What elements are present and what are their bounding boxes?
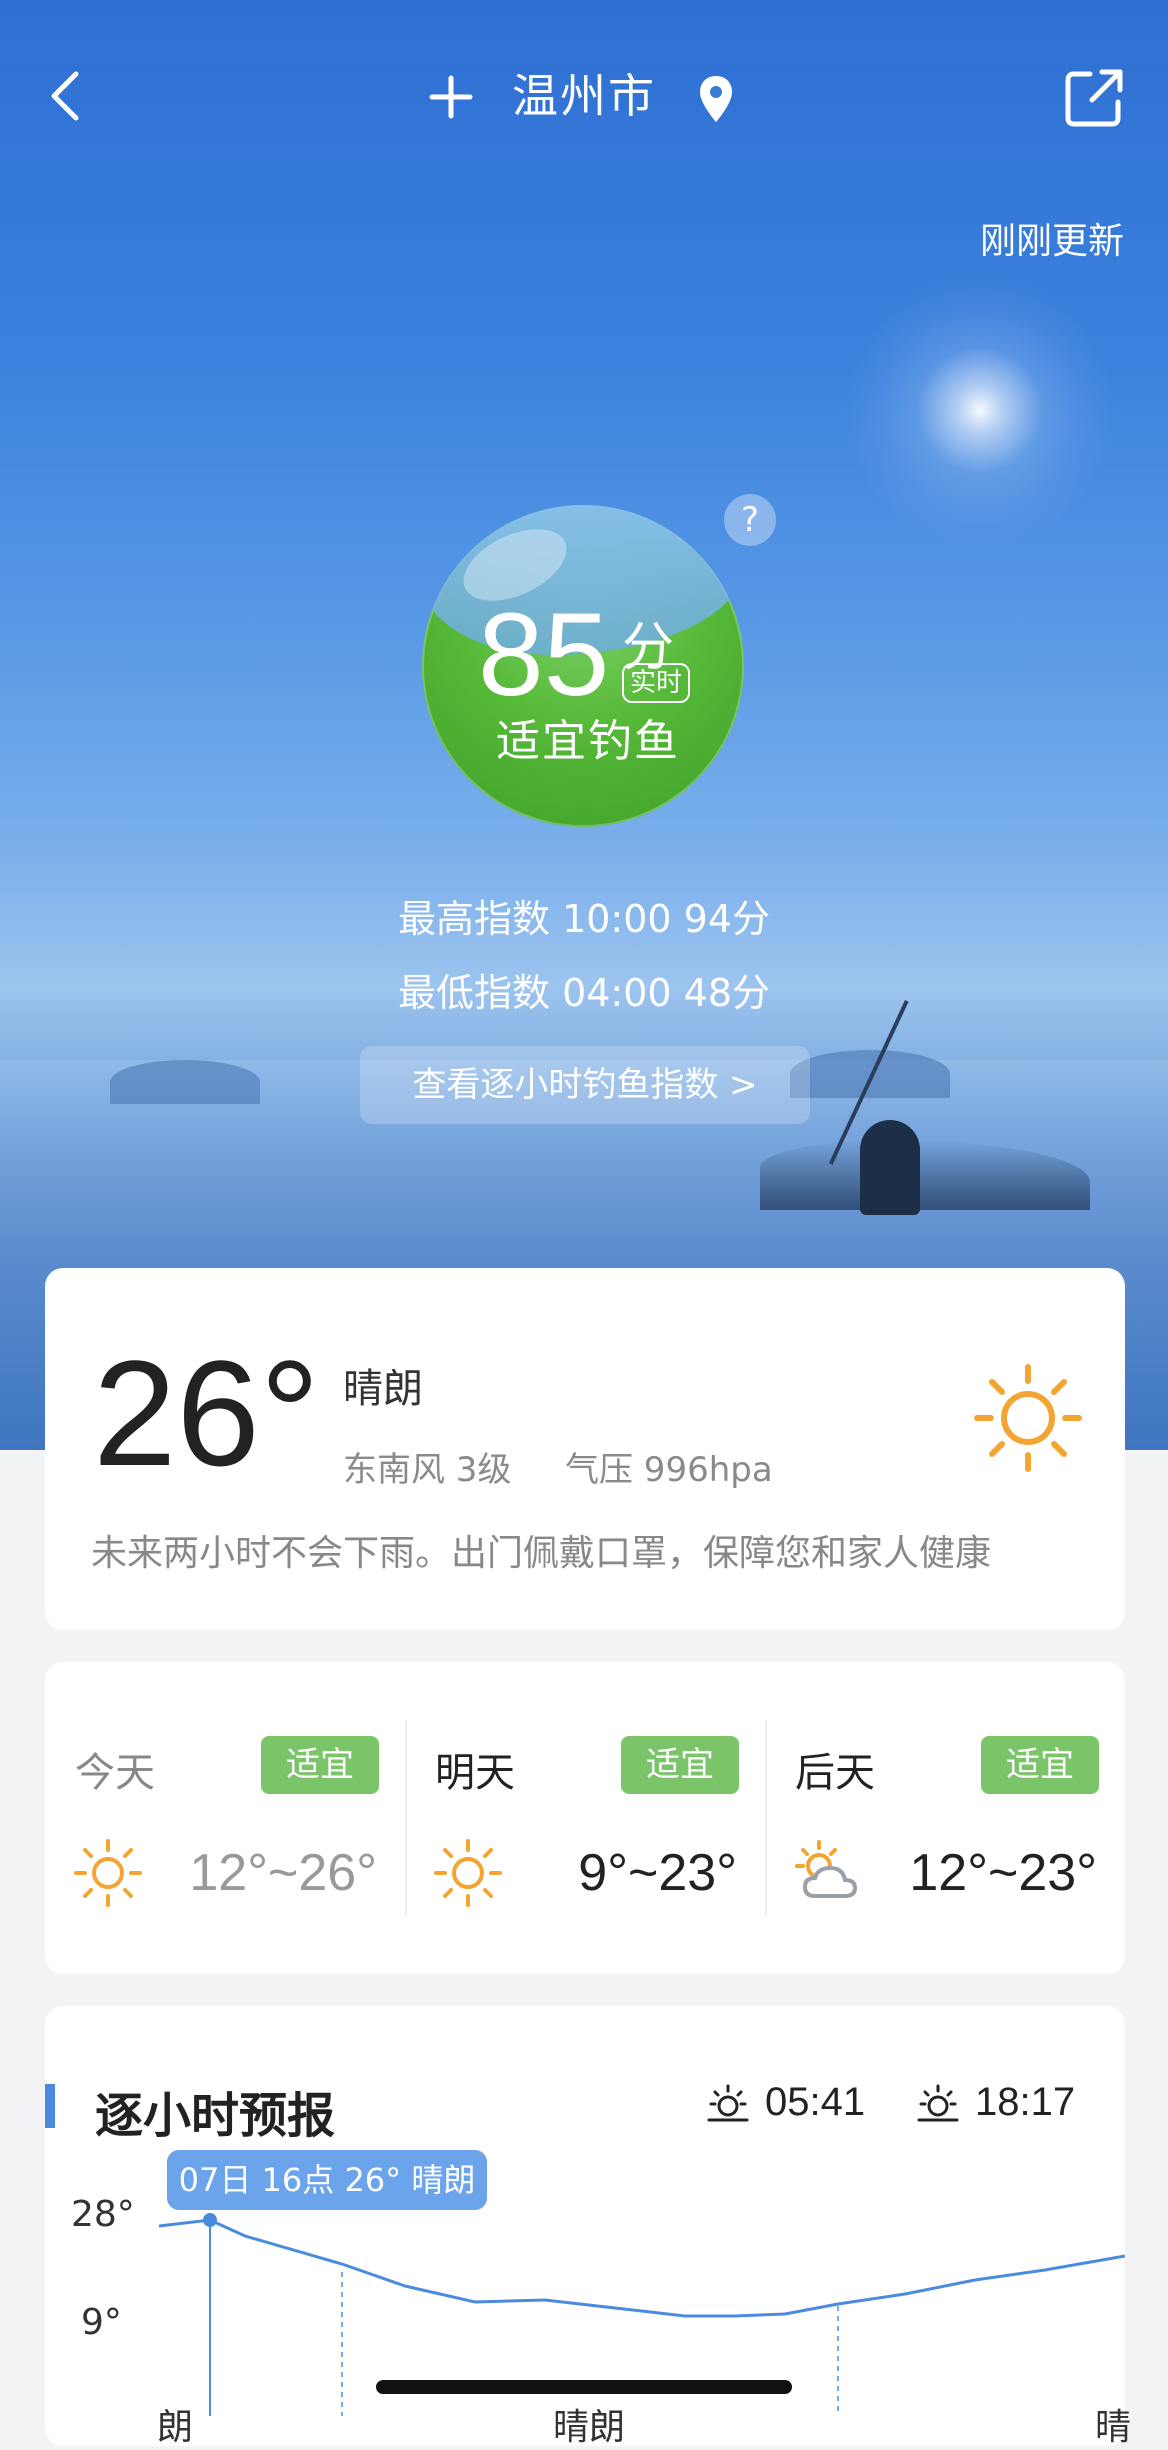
realtime-badge: 实时 — [622, 663, 691, 703]
island-left — [110, 1060, 260, 1104]
min-index: 最低指数 04:00 48分 — [397, 971, 771, 1015]
sun-icon — [974, 1364, 1082, 1472]
current-weather-card: 26° 晴朗 东南风 3级 气压 996hpa 未来两小时不会下雨。出门佩戴口罩… — [45, 1268, 1125, 1630]
sun-icon — [434, 1839, 502, 1907]
temp-range: 12°~23° — [909, 1844, 1097, 1902]
day-tomorrow[interactable]: 明天 适宜 9°~23° — [405, 1662, 765, 1974]
current-temp: 26° — [93, 1329, 320, 1497]
pressure-info: 气压 996hpa — [565, 1450, 773, 1490]
wind-info: 东南风 3级 — [343, 1450, 512, 1490]
three-day-card: 今天 适宜 12°~26° 明天 适宜 9°~23° 后天 适宜 12°~23° — [45, 1662, 1125, 1974]
day-today[interactable]: 今天 适宜 12°~26° — [45, 1662, 405, 1974]
location-pin-icon — [700, 76, 732, 122]
sun-glow — [820, 250, 1140, 570]
selected-point — [203, 2213, 217, 2227]
weather-tip: 未来两小时不会下雨。出门佩戴口罩，保障您和家人健康 — [91, 1533, 992, 1574]
partly-cloudy-icon — [795, 1840, 858, 1898]
city-title[interactable]: 温州市 — [512, 66, 656, 126]
hourly-fishing-index-button[interactable]: 查看逐小时钓鱼指数 > — [360, 1046, 810, 1124]
suitability-badge: 适宜 — [621, 1736, 739, 1794]
fishing-score-ball: 85 分 实时 适宜钓鱼 — [422, 505, 744, 827]
section-accent-bar — [45, 2084, 55, 2128]
hourly-title: 逐小时预报 — [95, 2088, 336, 2144]
add-city-icon[interactable] — [428, 74, 474, 120]
fisherman-silhouette — [860, 1120, 920, 1215]
current-condition: 晴朗 — [343, 1366, 423, 1412]
max-index: 最高指数 10:00 94分 — [397, 897, 771, 941]
top-bar: 温州市 — [0, 60, 1168, 140]
temperature-line — [158, 2218, 1125, 2318]
sunrise-icon — [707, 2084, 749, 2122]
fishing-score: 85 — [478, 589, 610, 721]
sunrise-time: 05:41 — [765, 2080, 866, 2124]
suitability-label: 适宜钓鱼 — [496, 716, 680, 767]
day-after-tomorrow[interactable]: 后天 适宜 12°~23° — [765, 1662, 1125, 1974]
suitability-badge: 适宜 — [261, 1736, 379, 1794]
sun-icon — [74, 1839, 142, 1907]
day-name: 明天 — [435, 1750, 515, 1796]
help-icon[interactable]: ? — [724, 494, 776, 546]
x-label: 晴朗 — [553, 2407, 626, 2448]
x-label: 朗 — [157, 2407, 194, 2448]
update-status: 刚刚更新 — [979, 221, 1124, 262]
share-icon[interactable] — [1062, 66, 1126, 130]
suitability-badge: 适宜 — [981, 1736, 1099, 1794]
sunset-time: 18:17 — [975, 2080, 1076, 2124]
x-label: 晴 — [1095, 2407, 1132, 2448]
day-name: 后天 — [795, 1750, 875, 1796]
home-indicator[interactable] — [376, 2380, 792, 2394]
day-name: 今天 — [75, 1750, 155, 1796]
sunset-icon — [917, 2084, 959, 2122]
back-icon[interactable] — [46, 66, 86, 126]
temp-range: 12°~26° — [189, 1844, 377, 1902]
temp-range: 9°~23° — [578, 1844, 737, 1902]
